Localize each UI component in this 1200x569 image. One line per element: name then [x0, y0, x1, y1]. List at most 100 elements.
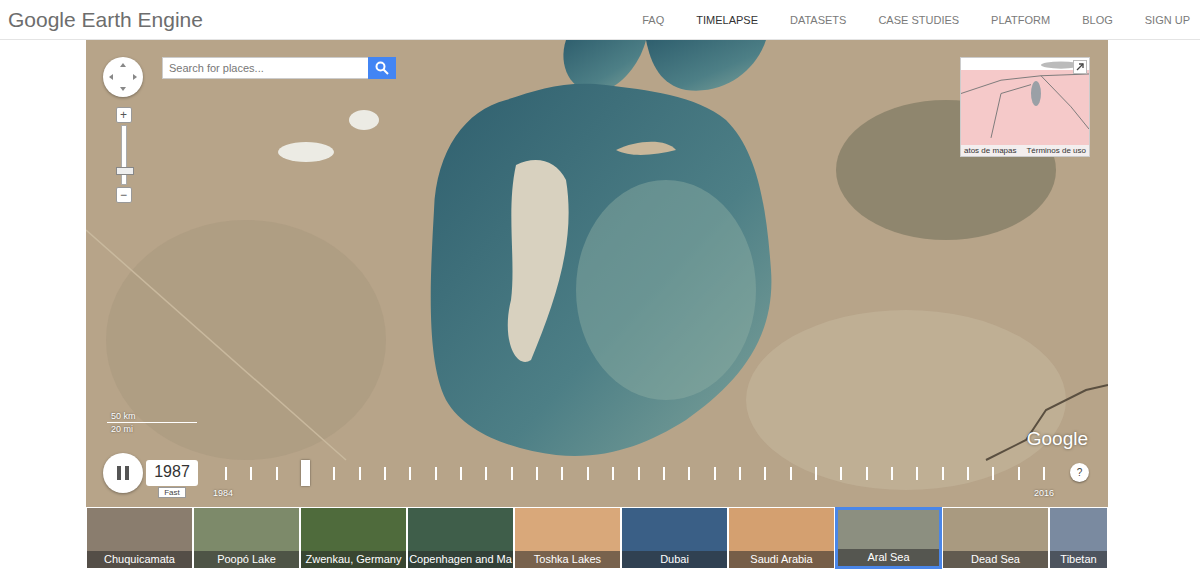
- timeline-tick[interactable]: [359, 467, 361, 480]
- top-bar: Google Earth Engine FAQ TIMELAPSE DATASETS C…: [0, 0, 1200, 40]
- expand-arrow-icon: [1076, 63, 1084, 71]
- timeline-tick[interactable]: [409, 467, 411, 480]
- map-data-link[interactable]: atos de mapas: [964, 146, 1016, 155]
- minimap[interactable]: atos de mapas Términos de uso: [960, 57, 1090, 157]
- timeline-tick[interactable]: [916, 467, 918, 480]
- expand-button[interactable]: [1073, 60, 1087, 74]
- river: [986, 385, 1108, 460]
- help-button[interactable]: ?: [1070, 463, 1089, 482]
- nav-item[interactable]: PLATFORM: [991, 14, 1050, 26]
- timeline-tick[interactable]: [1018, 467, 1020, 480]
- zoom-out-button[interactable]: −: [116, 187, 132, 203]
- timeline-tick[interactable]: [942, 467, 944, 480]
- timeline-tick[interactable]: [612, 467, 614, 480]
- satellite-image: [86, 40, 1108, 507]
- nav-item[interactable]: FAQ: [642, 14, 664, 26]
- scale-metric: 50 km: [107, 411, 197, 421]
- timeline-track[interactable]: [225, 460, 1045, 486]
- place-thumbnail[interactable]: Dubai: [621, 507, 728, 569]
- place-thumbnail[interactable]: Toshka Lakes: [514, 507, 621, 569]
- timeline-tick[interactable]: [815, 467, 817, 480]
- timeline-tick[interactable]: [561, 467, 563, 480]
- page: Google Earth Engine FAQ TIMELAPSE DATASETS C…: [0, 0, 1200, 569]
- year-control: 1987Fast: [146, 460, 198, 498]
- timeline-tick[interactable]: [485, 467, 487, 480]
- pause-icon: [116, 465, 130, 481]
- nav-item[interactable]: DATASETS: [790, 14, 846, 26]
- zoom-slider-thumb[interactable]: [116, 167, 134, 175]
- place-label: Toshka Lakes: [515, 551, 620, 568]
- place-label: Dubai: [622, 551, 727, 568]
- timeline-tick[interactable]: [739, 467, 741, 480]
- timeline-tick[interactable]: [764, 467, 766, 480]
- search-button[interactable]: [368, 57, 396, 79]
- magnifier-icon: [375, 61, 389, 75]
- nav: FAQ TIMELAPSE DATASETS CASE STUDIES PLATFORM…: [642, 14, 1190, 26]
- scale-line: [107, 422, 197, 423]
- zoom-control: +−: [116, 107, 131, 203]
- place-thumbnail[interactable]: Chuquicamata: [86, 507, 193, 569]
- logo[interactable]: Google Earth Engine: [8, 8, 203, 32]
- timeline-tick[interactable]: [435, 467, 437, 480]
- nav-item[interactable]: TIMELAPSE: [696, 14, 758, 26]
- place-label: Aral Sea: [838, 549, 939, 566]
- timeline-tick[interactable]: [688, 467, 690, 480]
- timeline-tick[interactable]: [460, 467, 462, 480]
- speed-button[interactable]: Fast: [158, 487, 186, 498]
- play-pause-button[interactable]: [103, 453, 143, 493]
- timeline-tick[interactable]: [276, 467, 278, 480]
- search-input[interactable]: [162, 57, 368, 79]
- zoom-in-button[interactable]: +: [116, 107, 132, 123]
- nav-item[interactable]: CASE STUDIES: [878, 14, 959, 26]
- timeline-end: 2016: [1034, 488, 1054, 498]
- map[interactable]: +−atos de mapasTérminos de uso50 km20 mi…: [86, 40, 1108, 507]
- timelapse-viewer: +−atos de mapasTérminos de uso50 km20 mi…: [86, 40, 1108, 569]
- nav-item[interactable]: SIGN UP: [1145, 14, 1190, 26]
- place-thumbnail[interactable]: Zwenkau, Germany: [300, 507, 407, 569]
- timeline-tick[interactable]: [250, 467, 252, 480]
- minimap-borders-icon: [961, 58, 1089, 145]
- timeline-tick[interactable]: [511, 467, 513, 480]
- terms-link[interactable]: Términos de uso: [1026, 146, 1086, 155]
- google-watermark: Google: [1027, 428, 1088, 450]
- place-label: Tibetan: [1050, 551, 1107, 568]
- place-label: Poopó Lake: [194, 551, 299, 568]
- timeline-tick[interactable]: [301, 460, 310, 486]
- timeline-tick[interactable]: [840, 467, 842, 480]
- place-thumbnail[interactable]: Tibetan: [1049, 507, 1108, 569]
- timeline-tick[interactable]: [790, 467, 792, 480]
- timeline-tick[interactable]: [891, 467, 893, 480]
- timeline-tick[interactable]: [714, 467, 716, 480]
- island: [508, 160, 569, 362]
- nav-item[interactable]: BLOG: [1082, 14, 1113, 26]
- current-year: 1987: [146, 460, 198, 486]
- place-label: Dead Sea: [943, 551, 1048, 568]
- place-thumbnail[interactable]: Dead Sea: [942, 507, 1049, 569]
- timeline-tick[interactable]: [866, 467, 868, 480]
- pan-control[interactable]: [103, 57, 143, 97]
- timeline-start: 1984: [213, 488, 233, 498]
- small-lake: [278, 142, 334, 162]
- place-thumbnail[interactable]: Saudi Arabia: [728, 507, 835, 569]
- timeline-tick[interactable]: [967, 467, 969, 480]
- timeline-tick[interactable]: [225, 467, 227, 480]
- timeline-tick[interactable]: [663, 467, 665, 480]
- timeline-tick[interactable]: [384, 467, 386, 480]
- place-thumbnail[interactable]: Copenhagen and Ma: [407, 507, 514, 569]
- timeline-tick[interactable]: [638, 467, 640, 480]
- road: [86, 230, 346, 460]
- place-thumbnail[interactable]: Poopó Lake: [193, 507, 300, 569]
- timeline-tick[interactable]: [536, 467, 538, 480]
- scale-imperial: 20 mi: [107, 424, 197, 434]
- scale-bar: 50 km 20 mi: [107, 411, 197, 434]
- place-thumbnail[interactable]: Aral Sea: [835, 507, 942, 569]
- timeline-tick[interactable]: [587, 467, 589, 480]
- minimap-footer: atos de mapas Términos de uso: [961, 145, 1089, 156]
- north-east-bay: [646, 40, 766, 91]
- timeline-tick[interactable]: [992, 467, 994, 480]
- minimap-map: [961, 58, 1089, 145]
- timeline-tick[interactable]: [333, 467, 335, 480]
- land: [86, 40, 1108, 507]
- zoom-slider[interactable]: [121, 125, 127, 185]
- timeline-tick[interactable]: [1043, 467, 1045, 480]
